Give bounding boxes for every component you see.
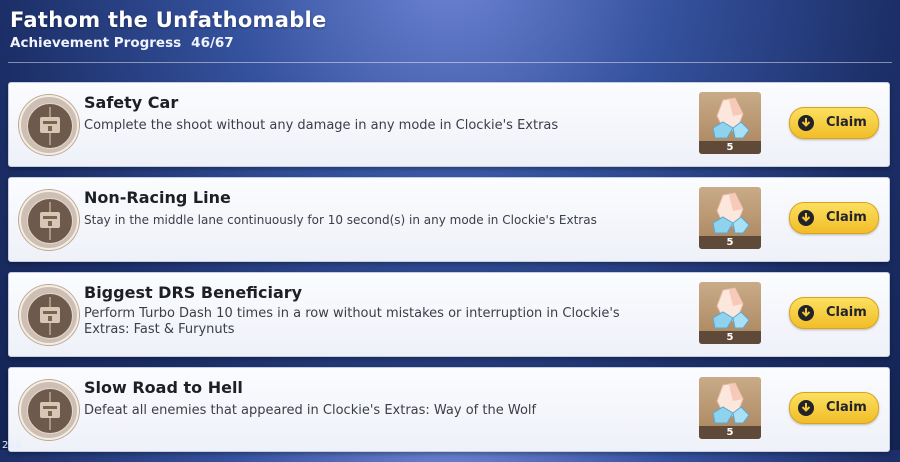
claim-button-label: Claim (826, 115, 867, 130)
download-arrow-icon (798, 210, 814, 226)
reward-item[interactable]: 5 (699, 187, 761, 249)
stellar-jade-crystal-icon (712, 382, 750, 424)
achievement-name: Biggest DRS Beneficiary (84, 283, 303, 302)
header: Fathom the Unfathomable Achievement Prog… (10, 8, 327, 51)
achievement-progress: Achievement Progress 46/67 (10, 35, 327, 51)
achievement-list[interactable]: Safety Car Complete the shoot without an… (8, 82, 890, 462)
achievement-badge-icon (19, 190, 79, 250)
corner-counter: 269 (2, 440, 22, 451)
stellar-jade-crystal-icon (712, 97, 750, 139)
claim-button[interactable]: Claim (789, 107, 879, 139)
achievement-card-slow-road-to-hell: Slow Road to Hell Defeat all enemies tha… (8, 367, 890, 452)
achievement-description: Perform Turbo Dash 10 times in a row wit… (84, 306, 620, 337)
reward-quantity: 5 (699, 331, 761, 344)
progress-label: Achievement Progress (10, 35, 182, 51)
achievement-name: Slow Road to Hell (84, 378, 243, 397)
reward-item[interactable]: 5 (699, 92, 761, 154)
achievement-badge-icon (19, 380, 79, 440)
progress-count: 46/67 (191, 35, 234, 51)
claim-button-label: Claim (826, 305, 867, 320)
header-divider (8, 62, 892, 63)
achievement-description: Complete the shoot without any damage in… (84, 118, 559, 133)
download-arrow-icon (798, 305, 814, 321)
claim-button-label: Claim (826, 210, 867, 225)
download-arrow-icon (798, 400, 814, 416)
page-title: Fathom the Unfathomable (10, 8, 327, 32)
reward-item[interactable]: 5 (699, 282, 761, 344)
stellar-jade-crystal-icon (712, 287, 750, 329)
claim-button-label: Claim (826, 400, 867, 415)
reward-quantity: 5 (699, 426, 761, 439)
achievement-card-biggest-drs-beneficiary: Biggest DRS Beneficiary Perform Turbo Da… (8, 272, 890, 357)
reward-quantity: 5 (699, 236, 761, 249)
achievement-name: Non-Racing Line (84, 188, 231, 207)
achievement-description: Stay in the middle lane continuously for… (84, 213, 597, 227)
achievement-card-safety-car: Safety Car Complete the shoot without an… (8, 82, 890, 167)
claim-button[interactable]: Claim (789, 392, 879, 424)
claim-button[interactable]: Claim (789, 202, 879, 234)
achievement-card-non-racing-line: Non-Racing Line Stay in the middle lane … (8, 177, 890, 262)
claim-button[interactable]: Claim (789, 297, 879, 329)
achievement-name: Safety Car (84, 93, 179, 112)
achievement-badge-icon (19, 95, 79, 155)
reward-quantity: 5 (699, 141, 761, 154)
download-arrow-icon (798, 115, 814, 131)
stellar-jade-crystal-icon (712, 192, 750, 234)
achievement-badge-icon (19, 285, 79, 345)
achievement-description: Defeat all enemies that appeared in Cloc… (84, 403, 537, 418)
reward-item[interactable]: 5 (699, 377, 761, 439)
